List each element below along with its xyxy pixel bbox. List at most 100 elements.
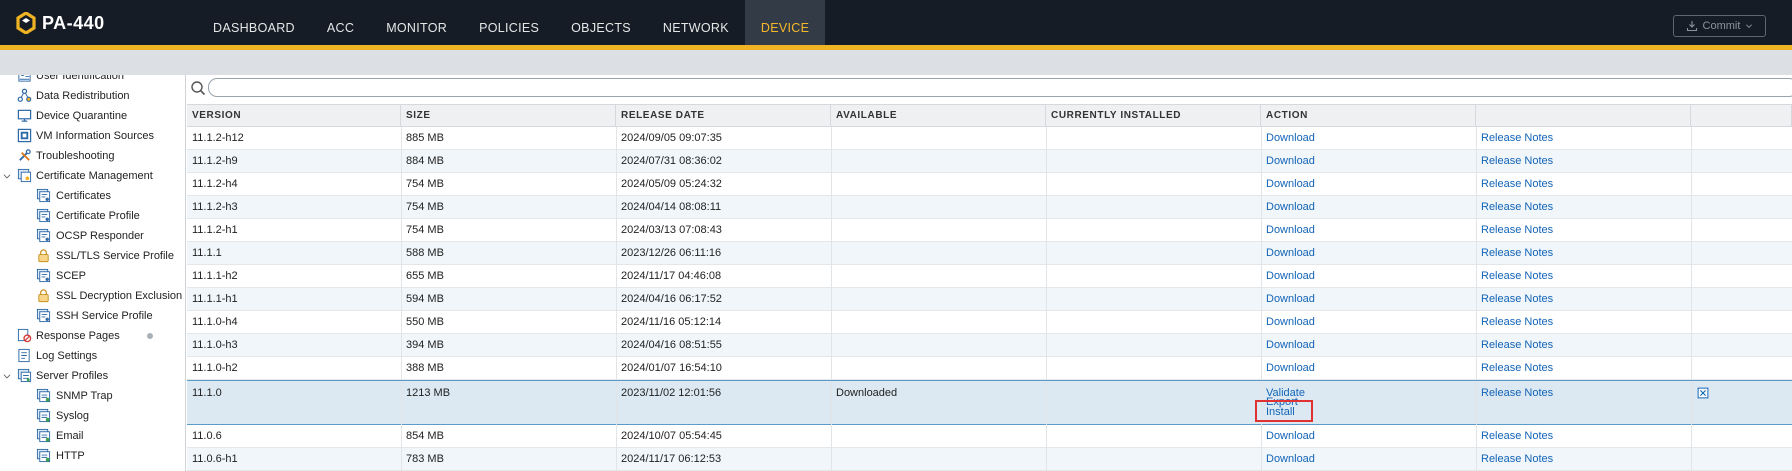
release-notes-link[interactable]: Release Notes: [1476, 453, 1553, 465]
download-link[interactable]: Download: [1261, 270, 1315, 282]
release-notes-link[interactable]: Release Notes: [1476, 155, 1553, 167]
column-divider: [831, 448, 832, 471]
release-notes-link[interactable]: Release Notes: [1476, 132, 1553, 144]
table-row[interactable]: 11.1.0-h4 550 MB 2024/11/16 05:12:14 Downlo…: [187, 311, 1792, 334]
nav-tab-network[interactable]: NETWORK: [647, 0, 745, 45]
lock-icon: [38, 249, 49, 263]
release-date-cell: 2023/12/26 06:11:16: [621, 247, 722, 259]
nav-tab-policies[interactable]: POLICIES: [463, 0, 555, 45]
nav-tab-acc[interactable]: ACC: [311, 0, 370, 45]
sidebar-item-http[interactable]: HTTP: [0, 446, 185, 466]
download-link[interactable]: Download: [1261, 339, 1315, 351]
sidebar-item-data-redistribution[interactable]: Data Redistribution: [0, 86, 185, 106]
release-notes-link[interactable]: Release Notes: [1476, 224, 1553, 236]
column-header-size[interactable]: SIZE: [401, 105, 616, 127]
size-cell: 550 MB: [406, 316, 444, 328]
download-link[interactable]: Download: [1261, 201, 1315, 213]
nav-tab-device[interactable]: DEVICE: [744, 0, 826, 45]
redistribution-icon: [17, 88, 32, 102]
download-link[interactable]: Download: [1261, 293, 1315, 305]
column-header-action[interactable]: ACTION: [1261, 105, 1476, 127]
column-divider: [1046, 425, 1047, 448]
sidebar-item-label: Server Profiles: [36, 370, 109, 382]
table-row[interactable]: 11.1.2-h12 885 MB 2024/09/05 09:07:35 Downl…: [187, 127, 1792, 150]
search-input[interactable]: [208, 78, 1792, 97]
nav-tab-dashboard[interactable]: DASHBOARD: [197, 0, 311, 45]
release-notes-link[interactable]: Release Notes: [1476, 293, 1553, 305]
download-link[interactable]: Download: [1261, 155, 1315, 167]
sidebar-item-certificate-management[interactable]: Certificate Management: [0, 166, 185, 186]
sidebar-item-response-pages[interactable]: Response Pages: [0, 326, 185, 346]
release-notes-link[interactable]: Release Notes: [1476, 201, 1553, 213]
nav-tab-objects[interactable]: OBJECTS: [555, 0, 647, 45]
sidebar-item-ssl-tls-service-profile[interactable]: SSL/TLS Service Profile: [0, 246, 185, 266]
table-row[interactable]: 11.1.2-h1 754 MB 2024/03/13 07:08:43 Downlo…: [187, 219, 1792, 242]
release-date-cell: 2024/01/07 16:54:10: [621, 362, 722, 374]
column-header-version[interactable]: VERSION: [187, 105, 401, 127]
sidebar-item-ssl-decryption-exclusion[interactable]: SSL Decryption Exclusion: [0, 286, 185, 306]
table-row[interactable]: 11.1.0-h3 394 MB 2024/04/16 08:51:55 Downlo…: [187, 334, 1792, 357]
table-row[interactable]: 11.1.1-h1 594 MB 2024/04/16 06:17:52 Downlo…: [187, 288, 1792, 311]
table-row[interactable]: 11.1.2-h3 754 MB 2024/04/14 08:08:11 Downlo…: [187, 196, 1792, 219]
table-row[interactable]: 11.1.1 588 MB 2023/12/26 06:11:16 Download R…: [187, 242, 1792, 265]
sidebar-item-troubleshooting[interactable]: Troubleshooting: [0, 146, 185, 166]
column-header-blank-6[interactable]: [1476, 105, 1691, 127]
sidebar-item-snmp-trap[interactable]: SNMP Trap: [0, 386, 185, 406]
release-notes-link[interactable]: Release Notes: [1476, 387, 1553, 399]
release-notes-link[interactable]: Release Notes: [1476, 316, 1553, 328]
download-link[interactable]: Download: [1261, 453, 1315, 465]
column-divider: [1046, 196, 1047, 219]
table-row[interactable]: 11.1.0 1213 MB 2023/11/02 12:01:56 Download…: [187, 380, 1792, 426]
sidebar-item-certificates[interactable]: Certificates: [0, 186, 185, 206]
download-link[interactable]: Download: [1261, 362, 1315, 374]
release-notes-link[interactable]: Release Notes: [1476, 430, 1553, 442]
column-header-release-date[interactable]: RELEASE DATE: [616, 105, 831, 127]
sidebar-item-label: VM Information Sources: [36, 130, 154, 142]
sidebar-item-device-quarantine[interactable]: Device Quarantine: [0, 106, 185, 126]
sidebar-item-scep[interactable]: SCEP: [0, 266, 185, 286]
column-divider: [1691, 127, 1692, 150]
download-link[interactable]: Download: [1261, 132, 1315, 144]
download-link[interactable]: Download: [1261, 224, 1315, 236]
sidebar-item-ocsp-responder[interactable]: OCSP Responder: [0, 226, 185, 246]
sidebar-item-server-profiles[interactable]: Server Profiles: [0, 366, 185, 386]
table-row[interactable]: 11.0.6 854 MB 2024/10/07 05:54:45 Download R…: [187, 425, 1792, 448]
version-cell: 11.1.0-h4: [192, 316, 238, 328]
table-row[interactable]: 11.1.1-h2 655 MB 2024/11/17 04:46:08 Downlo…: [187, 265, 1792, 288]
release-notes-link[interactable]: Release Notes: [1476, 362, 1553, 374]
download-link[interactable]: Download: [1261, 430, 1315, 442]
column-header-currently-installed[interactable]: CURRENTLY INSTALLED: [1046, 105, 1261, 127]
download-link[interactable]: Download: [1261, 178, 1315, 190]
delete-x-icon[interactable]: [1697, 387, 1709, 399]
sidebar-item-label: SSL Decryption Exclusion: [56, 290, 183, 302]
chevron-down-icon: [3, 174, 11, 179]
column-divider: [831, 196, 832, 219]
sidebar-item-ssh-service-profile[interactable]: SSH Service Profile: [0, 306, 185, 326]
column-divider: [1046, 127, 1047, 150]
sidebar-item-log-settings[interactable]: Log Settings: [0, 346, 185, 366]
table-row[interactable]: 11.1.2-h9 884 MB 2024/07/31 08:36:02 Downlo…: [187, 150, 1792, 173]
release-date-cell: 2024/11/17 06:12:53: [621, 453, 722, 465]
sidebar-item-vm-information-sources[interactable]: VM Information Sources: [0, 126, 185, 146]
status-dot: [147, 333, 153, 339]
download-link[interactable]: Download: [1261, 316, 1315, 328]
release-notes-link[interactable]: Release Notes: [1476, 270, 1553, 282]
sidebar-item-certificate-profile[interactable]: Certificate Profile: [0, 206, 185, 226]
download-link[interactable]: Download: [1261, 247, 1315, 259]
column-header-available[interactable]: AVAILABLE: [831, 105, 1046, 127]
sidebar-item-label: SCEP: [56, 270, 86, 282]
available-cell: Downloaded: [836, 387, 898, 399]
column-header-blank-7[interactable]: [1691, 105, 1792, 127]
release-notes-link[interactable]: Release Notes: [1476, 339, 1553, 351]
nav-tab-monitor[interactable]: MONITOR: [370, 0, 463, 45]
sidebar-item-user-identification[interactable]: User Identification: [0, 75, 185, 86]
commit-button[interactable]: Commit: [1673, 15, 1766, 37]
sidebar-item-syslog[interactable]: Syslog: [0, 406, 185, 426]
table-row[interactable]: 11.1.2-h4 754 MB 2024/05/09 05:24:32 Downlo…: [187, 173, 1792, 196]
sidebar-item-email[interactable]: Email: [0, 426, 185, 446]
table-row[interactable]: 11.0.6-h1 783 MB 2024/11/17 06:12:53 Downlo…: [187, 448, 1792, 471]
release-notes-link[interactable]: Release Notes: [1476, 178, 1553, 190]
certificate-icon: [36, 188, 51, 203]
table-row[interactable]: 11.1.0-h2 388 MB 2024/01/07 16:54:10 Downlo…: [187, 357, 1792, 380]
release-notes-link[interactable]: Release Notes: [1476, 247, 1553, 259]
